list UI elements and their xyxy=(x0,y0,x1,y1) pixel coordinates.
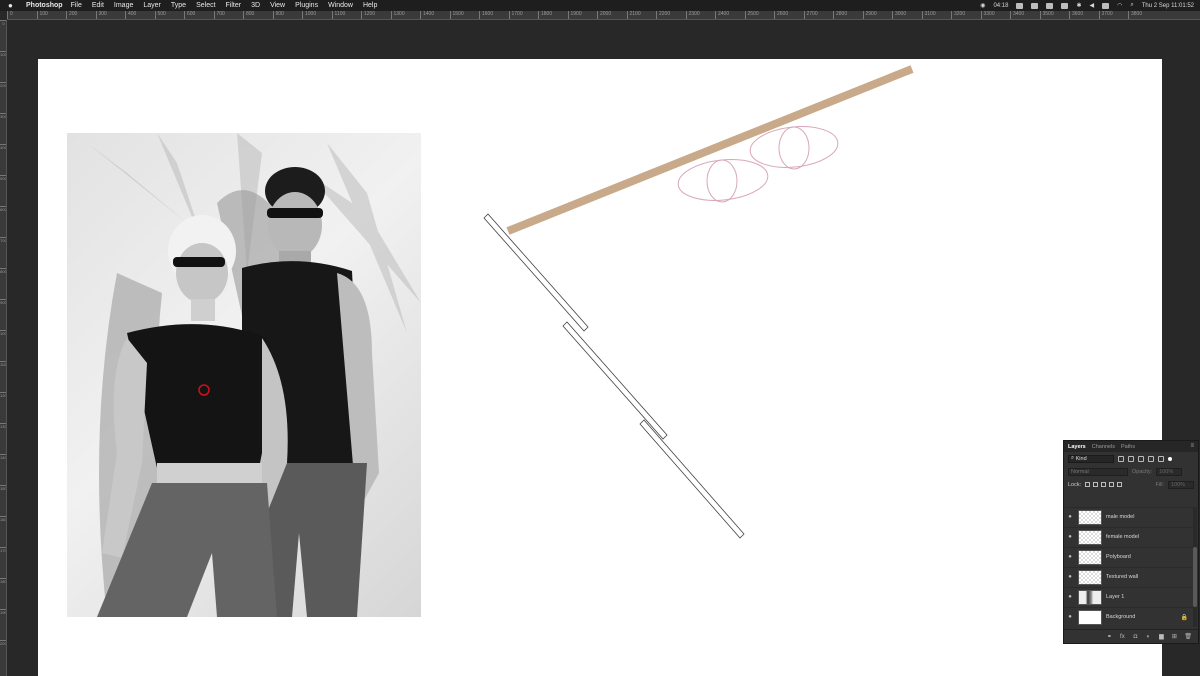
scrollbar-thumb[interactable] xyxy=(1193,547,1197,607)
tab-channels[interactable]: Channels xyxy=(1092,444,1115,450)
layer-name: Layer 1 xyxy=(1106,594,1125,600)
panel-tabs: Layers Channels Paths ≡ xyxy=(1064,441,1198,452)
blend-mode-select[interactable]: Normal xyxy=(1068,467,1128,476)
layer-name: Background xyxy=(1106,614,1136,620)
textured-wall-shape[interactable] xyxy=(483,213,745,539)
pixel-filter-icon[interactable] xyxy=(1118,455,1124,462)
link-icon[interactable]: ⚭ xyxy=(1106,633,1112,640)
layer-name: female model xyxy=(1106,534,1140,540)
layer-list-scrollbar[interactable] xyxy=(1193,507,1197,627)
filter-row: ⌕ Kind xyxy=(1064,452,1198,465)
mask-icon[interactable]: ◘ xyxy=(1132,634,1138,640)
layer-thumbnail xyxy=(1078,509,1102,525)
layer-thumbnail xyxy=(1078,609,1102,625)
filter-kind-value: Kind xyxy=(1075,455,1087,462)
layer-male-model[interactable]: ● male model xyxy=(1064,507,1194,526)
shape-filter-icon[interactable] xyxy=(1148,455,1154,462)
lock-transparent-icon[interactable] xyxy=(1085,482,1091,487)
adjustment-filter-icon[interactable] xyxy=(1128,455,1134,462)
folder-icon[interactable]: ▆ xyxy=(1158,633,1164,640)
lock-all-icon[interactable] xyxy=(1117,482,1123,487)
polyboard-shape[interactable] xyxy=(506,65,914,235)
light-2-inner xyxy=(778,126,810,170)
layer-thumbnail xyxy=(1078,529,1102,545)
lock-label: Lock: xyxy=(1068,481,1082,488)
opacity-label: Opacity: xyxy=(1132,468,1153,475)
wall-segment-2 xyxy=(562,321,668,440)
layer-layer-1[interactable]: ● Layer 1 xyxy=(1064,587,1194,606)
type-filter-icon[interactable] xyxy=(1138,455,1144,462)
light-1-outer xyxy=(677,159,769,201)
lock-artboard-icon[interactable] xyxy=(1109,482,1115,487)
layer-thumbnail xyxy=(1078,549,1102,565)
layer-female-model[interactable]: ● female model xyxy=(1064,527,1194,546)
wall-segment-3 xyxy=(639,419,745,539)
light-1-inner xyxy=(706,159,738,203)
layer-textured-wall[interactable]: ● Textured wall xyxy=(1064,567,1194,586)
lock-image-icon[interactable] xyxy=(1093,482,1099,487)
visibility-eye-icon[interactable]: ● xyxy=(1064,514,1076,520)
filter-toggle-icon[interactable] xyxy=(1168,456,1172,461)
visibility-eye-icon[interactable]: ● xyxy=(1064,614,1076,620)
layer-background[interactable]: ● Background 🔒 xyxy=(1064,607,1194,626)
layer-name: male model xyxy=(1106,514,1135,520)
panel-menu-icon[interactable]: ≡ xyxy=(1190,443,1194,449)
layer-polyboard[interactable]: ● Polyboard xyxy=(1064,547,1194,566)
visibility-eye-icon[interactable]: ● xyxy=(1064,574,1076,580)
smart-object-filter-icon[interactable] xyxy=(1158,455,1164,462)
lock-position-icon[interactable] xyxy=(1101,482,1107,487)
fill-label: Fill: xyxy=(1155,481,1164,488)
adjustment-icon[interactable]: ◐ xyxy=(1145,634,1151,640)
layer-list: ● male model ● female model ● Polyboard … xyxy=(1064,507,1194,627)
new-layer-icon[interactable]: ⊞ xyxy=(1171,633,1177,640)
blend-row: Normal Opacity: 100% xyxy=(1064,465,1198,478)
trash-icon[interactable]: 🗑 xyxy=(1184,633,1192,640)
layer-name: Polyboard xyxy=(1106,554,1131,560)
lock-icon: 🔒 xyxy=(1180,614,1188,621)
layers-panel: Layers Channels Paths ≡ ⌕ Kind Normal Op… xyxy=(1063,440,1199,644)
layer-thumbnail xyxy=(1078,589,1102,605)
layer-thumbnail xyxy=(1078,569,1102,585)
visibility-eye-icon[interactable]: ● xyxy=(1064,554,1076,560)
visibility-eye-icon[interactable]: ● xyxy=(1064,534,1076,540)
tab-paths[interactable]: Paths xyxy=(1121,444,1135,450)
lighting-diagram xyxy=(483,65,914,539)
search-icon: ⌕ xyxy=(1071,455,1075,461)
lock-row: Lock: Fill: 100% xyxy=(1064,478,1198,491)
filter-kind-select[interactable]: ⌕ Kind xyxy=(1068,454,1114,463)
lock-icons xyxy=(1085,482,1123,487)
visibility-eye-icon[interactable]: ● xyxy=(1064,594,1076,600)
opacity-field[interactable]: 100% xyxy=(1156,467,1183,476)
layer-name: Textured wall xyxy=(1106,574,1139,580)
tab-layers[interactable]: Layers xyxy=(1068,444,1086,450)
fill-field[interactable]: 100% xyxy=(1168,480,1194,489)
wall-segment-1 xyxy=(483,213,589,332)
fx-icon[interactable]: fx xyxy=(1119,634,1125,640)
panel-footer: ⚭ fx ◘ ◐ ▆ ⊞ 🗑 xyxy=(1064,629,1198,643)
